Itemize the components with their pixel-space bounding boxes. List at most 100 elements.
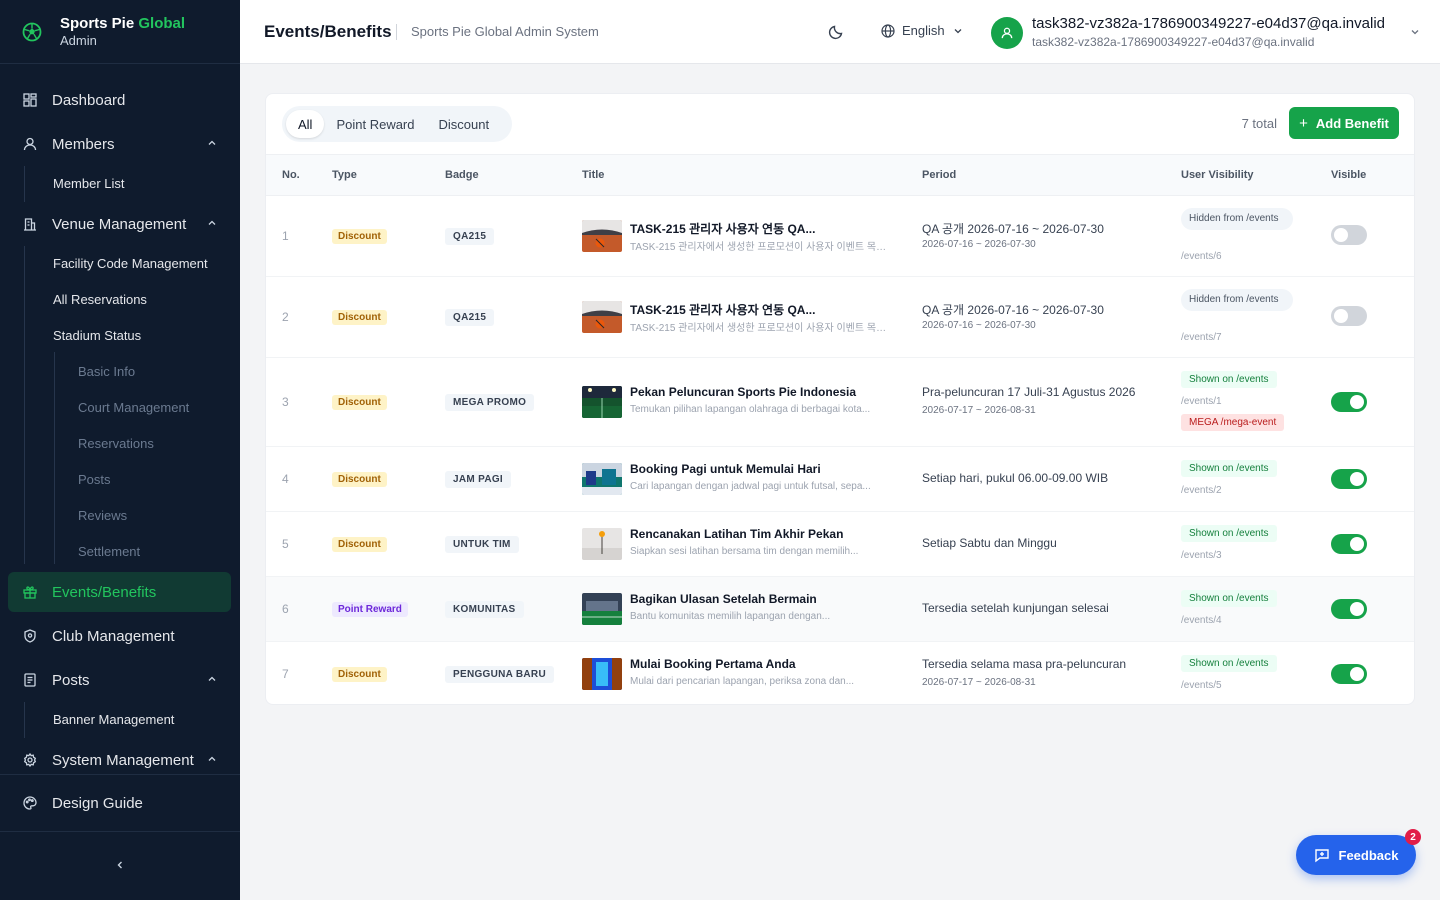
palette-icon xyxy=(22,795,38,811)
tree-line xyxy=(24,246,25,564)
visible-toggle[interactable] xyxy=(1331,225,1367,245)
event-title[interactable]: Booking Pagi untuk Memulai Hari xyxy=(630,462,821,476)
chevron-down-icon xyxy=(954,28,962,33)
sidebar-item-court-management[interactable]: Court Management xyxy=(78,400,189,415)
sidebar-item-all-reservations[interactable]: All Reservations xyxy=(53,292,147,307)
table-row[interactable]: 4 Discount JAM PAGI Booking Pagi untuk M… xyxy=(266,447,1414,512)
visible-toggle[interactable] xyxy=(1331,469,1367,489)
event-description: Siapkan sesi latihan bersama tim dengan … xyxy=(630,546,859,557)
sidebar-item-dashboard[interactable]: Dashboard xyxy=(8,80,231,120)
visibility-status: Shown on /events xyxy=(1181,525,1277,542)
add-benefit-label: Add Benefit xyxy=(1315,115,1389,131)
type-badge: Discount xyxy=(332,310,387,325)
user-menu[interactable]: task382-vz382a-1786900349227-e04d37@qa.i… xyxy=(991,15,1419,50)
toggle-knob xyxy=(1350,537,1364,551)
event-title[interactable]: Rencanakan Latihan Tim Akhir Pekan xyxy=(630,527,843,541)
type-badge: Point Reward xyxy=(332,602,408,617)
brand: Sports Pie Global Admin xyxy=(0,0,240,64)
event-title[interactable]: TASK-215 관리자 사용자 연동 QA... xyxy=(630,220,815,237)
sidebar-item-settlement[interactable]: Settlement xyxy=(78,544,140,559)
sidebar-item-label: Venue Management xyxy=(52,215,187,233)
visible-toggle[interactable] xyxy=(1331,306,1367,326)
event-title[interactable]: Bagikan Ulasan Setelah Bermain xyxy=(630,592,817,606)
dark-mode-toggle[interactable] xyxy=(828,24,844,40)
table-row[interactable]: 1 Discount QA215 TASK-215 관리자 사용자 연동 QA.… xyxy=(266,196,1414,277)
column-header-no: No. xyxy=(282,169,300,181)
soccer-ball-icon xyxy=(22,22,42,41)
sidebar-item-reservations[interactable]: Reservations xyxy=(78,436,154,451)
table-row[interactable]: 7 Discount PENGGUNA BARU Mulai Booking P… xyxy=(266,642,1414,704)
sidebar-item-member-list[interactable]: Member List xyxy=(53,176,125,191)
event-path: /events/5 xyxy=(1181,680,1222,691)
event-description: TASK-215 관리자에서 생성한 프로모션이 사용자 이벤트 목록,... xyxy=(630,242,892,253)
event-path: /events/4 xyxy=(1181,615,1222,626)
event-thumbnail xyxy=(582,301,622,333)
event-description: Temukan pilihan lapangan olahraga di ber… xyxy=(630,404,871,415)
sidebar-item-club-management[interactable]: Club Management xyxy=(8,616,231,656)
sidebar-item-members[interactable]: Members xyxy=(8,124,231,164)
moon-icon xyxy=(828,25,843,40)
event-title[interactable]: TASK-215 관리자 사용자 연동 QA... xyxy=(630,301,815,318)
language-select[interactable]: English xyxy=(881,23,963,38)
event-period-dates: 2026-07-17 ~ 2026-08-31 xyxy=(922,405,1036,416)
event-thumbnail xyxy=(582,528,622,560)
dashboard-icon xyxy=(22,92,38,108)
sidebar-item-venue-management[interactable]: Venue Management xyxy=(8,204,231,244)
row-number: 4 xyxy=(282,472,289,486)
event-title[interactable]: Pekan Peluncuran Sports Pie Indonesia xyxy=(630,385,856,399)
sidebar-item-reviews[interactable]: Reviews xyxy=(78,508,127,523)
sidebar-item-label: Posts xyxy=(52,671,90,689)
visible-toggle[interactable] xyxy=(1331,599,1367,619)
chevron-left-icon xyxy=(117,861,122,869)
globe-icon xyxy=(881,23,895,38)
event-period-dates: 2026-07-16 ~ 2026-07-30 xyxy=(922,239,1036,250)
event-path: /events/6 xyxy=(1181,251,1222,262)
toggle-knob xyxy=(1350,395,1364,409)
event-period: QA 공개 2026-07-16 ~ 2026-07-30 xyxy=(922,303,1104,317)
building-icon xyxy=(22,216,38,232)
type-filter-tabs: All Point Reward Discount xyxy=(282,106,512,142)
sidebar-item-banner-management[interactable]: Banner Management xyxy=(53,712,174,727)
table-row[interactable]: 6 Point Reward KOMUNITAS Bagikan Ulasan … xyxy=(266,577,1414,642)
collapse-sidebar-button[interactable] xyxy=(112,857,128,873)
notification-count-badge: 2 xyxy=(1405,829,1421,845)
event-title[interactable]: Mulai Booking Pertama Anda xyxy=(630,657,796,671)
visible-toggle[interactable] xyxy=(1331,664,1367,684)
divider xyxy=(396,24,397,40)
visible-toggle[interactable] xyxy=(1331,534,1367,554)
tab-point-reward[interactable]: Point Reward xyxy=(324,110,426,138)
visibility-status: Shown on /events xyxy=(1181,655,1277,672)
sidebar-item-events-benefits[interactable]: Events/Benefits xyxy=(8,572,231,612)
feedback-button[interactable]: Feedback xyxy=(1296,835,1416,875)
visibility-status: Hidden from /events xyxy=(1181,208,1293,230)
badge-label: PENGGUNA BARU xyxy=(445,666,554,683)
event-description: Mulai dari pencarian lapangan, periksa z… xyxy=(630,676,855,687)
sidebar-item-basic-info[interactable]: Basic Info xyxy=(78,364,135,379)
sidebar-item-stadium-posts[interactable]: Posts xyxy=(78,472,111,487)
sidebar-item-label: Dashboard xyxy=(52,91,126,109)
tab-all[interactable]: All xyxy=(286,110,325,138)
sidebar-item-design-guide[interactable]: Design Guide xyxy=(8,783,231,823)
user-icon xyxy=(1001,27,1013,38)
event-period: QA 공개 2026-07-16 ~ 2026-07-30 xyxy=(922,222,1104,236)
chevron-up-icon xyxy=(208,220,216,225)
table-row[interactable]: 2 Discount QA215 TASK-215 관리자 사용자 연동 QA.… xyxy=(266,277,1414,358)
page-subtitle: Sports Pie Global Admin System xyxy=(411,24,599,39)
sidebar-item-posts[interactable]: Posts xyxy=(8,660,231,700)
user-email: task382-vz382a-1786900349227-e04d37@qa.i… xyxy=(1032,35,1315,49)
visible-toggle[interactable] xyxy=(1331,392,1367,412)
table-row[interactable]: 3 Discount MEGA PROMO Pekan Peluncuran S… xyxy=(266,358,1414,447)
sidebar-item-stadium-status[interactable]: Stadium Status xyxy=(53,328,141,343)
total-count: 7 total xyxy=(1241,116,1277,131)
sidebar-item-facility-code[interactable]: Facility Code Management xyxy=(53,256,208,271)
user-icon xyxy=(22,136,38,152)
type-badge: Discount xyxy=(332,537,387,552)
column-header-type: Type xyxy=(332,169,357,181)
chevron-up-icon xyxy=(208,756,216,761)
tab-discount[interactable]: Discount xyxy=(427,110,502,138)
table-row[interactable]: 5 Discount UNTUK TIM Rencanakan Latihan … xyxy=(266,512,1414,577)
add-benefit-button[interactable]: + Add Benefit xyxy=(1289,107,1399,139)
event-period: Pra-peluncuran 17 Juli-31 Agustus 2026 xyxy=(922,385,1136,399)
event-path: /events/2 xyxy=(1181,485,1222,496)
gift-icon xyxy=(22,584,38,600)
